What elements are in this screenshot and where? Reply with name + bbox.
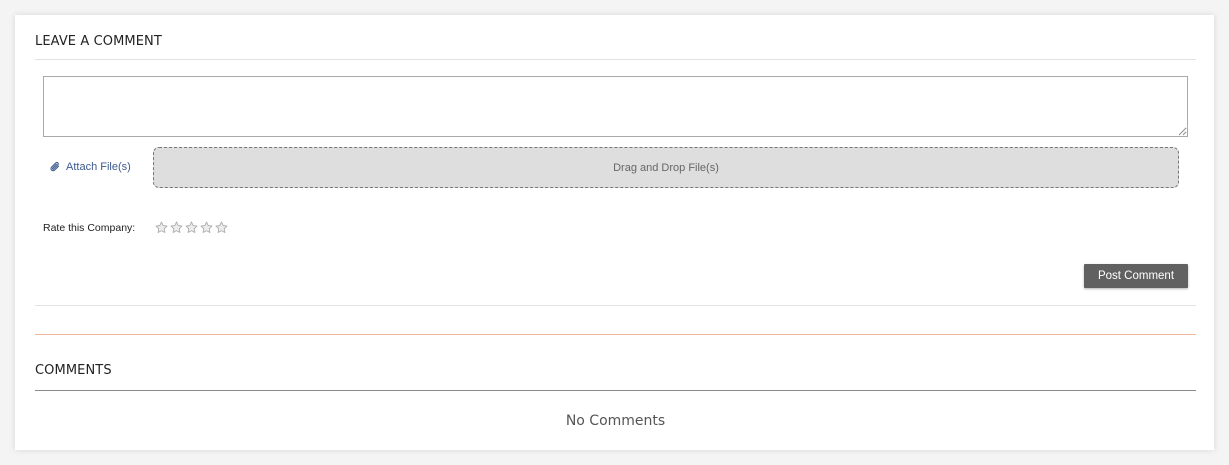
dropzone-label: Drag and Drop File(s) [613,161,719,174]
attach-files-label: Attach File(s) [66,161,131,173]
star-3-icon[interactable] [185,221,198,234]
star-2-icon[interactable] [170,221,183,234]
accent-divider [35,334,1196,335]
divider [35,59,1196,60]
comments-divider [35,390,1196,391]
star-5-icon[interactable] [215,221,228,234]
star-4-icon[interactable] [200,221,213,234]
empty-comments-message: No Comments [565,413,666,429]
comments-panel: LEAVE A COMMENT Attach File(s) Drag and … [15,15,1214,450]
resize-handle-icon[interactable] [1178,127,1187,136]
divider [35,305,1196,306]
leave-comment-heading: LEAVE A COMMENT [35,34,162,49]
post-comment-button[interactable]: Post Comment [1084,264,1188,288]
comment-textarea[interactable] [43,76,1188,137]
attach-files-link[interactable]: Attach File(s) [50,161,131,173]
star-rating[interactable] [155,221,228,234]
paperclip-icon [50,161,60,172]
rating-label: Rate this Company: [43,222,136,234]
file-dropzone[interactable]: Drag and Drop File(s) [153,147,1179,188]
star-1-icon[interactable] [155,221,168,234]
comments-heading: COMMENTS [35,363,112,378]
